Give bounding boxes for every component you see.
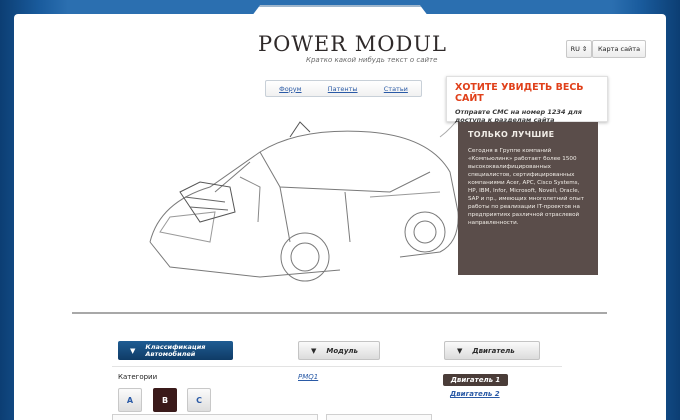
triangle-down-icon: ▼ [311,346,317,355]
language-select[interactable]: RU ⇕ [566,40,592,58]
section-divider [72,312,607,314]
module-link-pmq1[interactable]: PMQ1 [298,373,318,381]
categories-label: Категории [118,373,158,381]
classification-label-line2: Автомобилей [145,349,196,358]
site-logo[interactable]: POWER MODUL [258,32,447,56]
category-a-button[interactable]: A [118,388,142,412]
language-value: RU [570,45,580,53]
category-b-button[interactable]: B [153,388,177,412]
info-text: Сегодня в Группе компаний «Компьюлинк» р… [468,148,584,226]
engine-2-link[interactable]: Двигатель 2 [450,390,500,398]
chevron-updown-icon: ⇕ [581,45,588,53]
car-sketch-illustration [149,96,470,282]
classification-dropdown[interactable]: ▼ Классификация Автомобилей [118,341,233,360]
info-title: ТОЛЬКО ЛУЧШИЕ [468,130,555,139]
engine-dropdown[interactable]: ▼ Двигатель [444,341,540,360]
sitemap-button[interactable]: Карта сайта [592,40,646,58]
site-tagline: Кратко какой нибудь текст о сайте [306,56,438,64]
sms-promo-card: ХОТИТЕ УВИДЕТЬ ВЕСЬ САЙТ Отправте СМС на… [446,76,608,124]
classification-label: Классификация Автомобилей [145,343,205,358]
bottom-panel-left [112,414,318,420]
module-dropdown[interactable]: ▼ Модуль [298,341,380,360]
triangle-down-icon: ▼ [457,346,463,355]
info-panel: ТОЛЬКО ЛУЧШИЕ Сегодня в Группе компаний … [458,122,598,275]
module-label: Модуль [326,346,358,355]
engine-1-selected[interactable]: Двигатель 1 [443,374,508,386]
row-divider [112,366,562,367]
engine-label: Двигатель [472,346,515,355]
triangle-down-icon: ▼ [130,346,136,355]
category-c-button[interactable]: C [187,388,211,412]
bottom-panel-middle [326,414,432,420]
promo-title: ХОТИТЕ УВИДЕТЬ ВЕСЬ САЙТ [455,82,584,104]
